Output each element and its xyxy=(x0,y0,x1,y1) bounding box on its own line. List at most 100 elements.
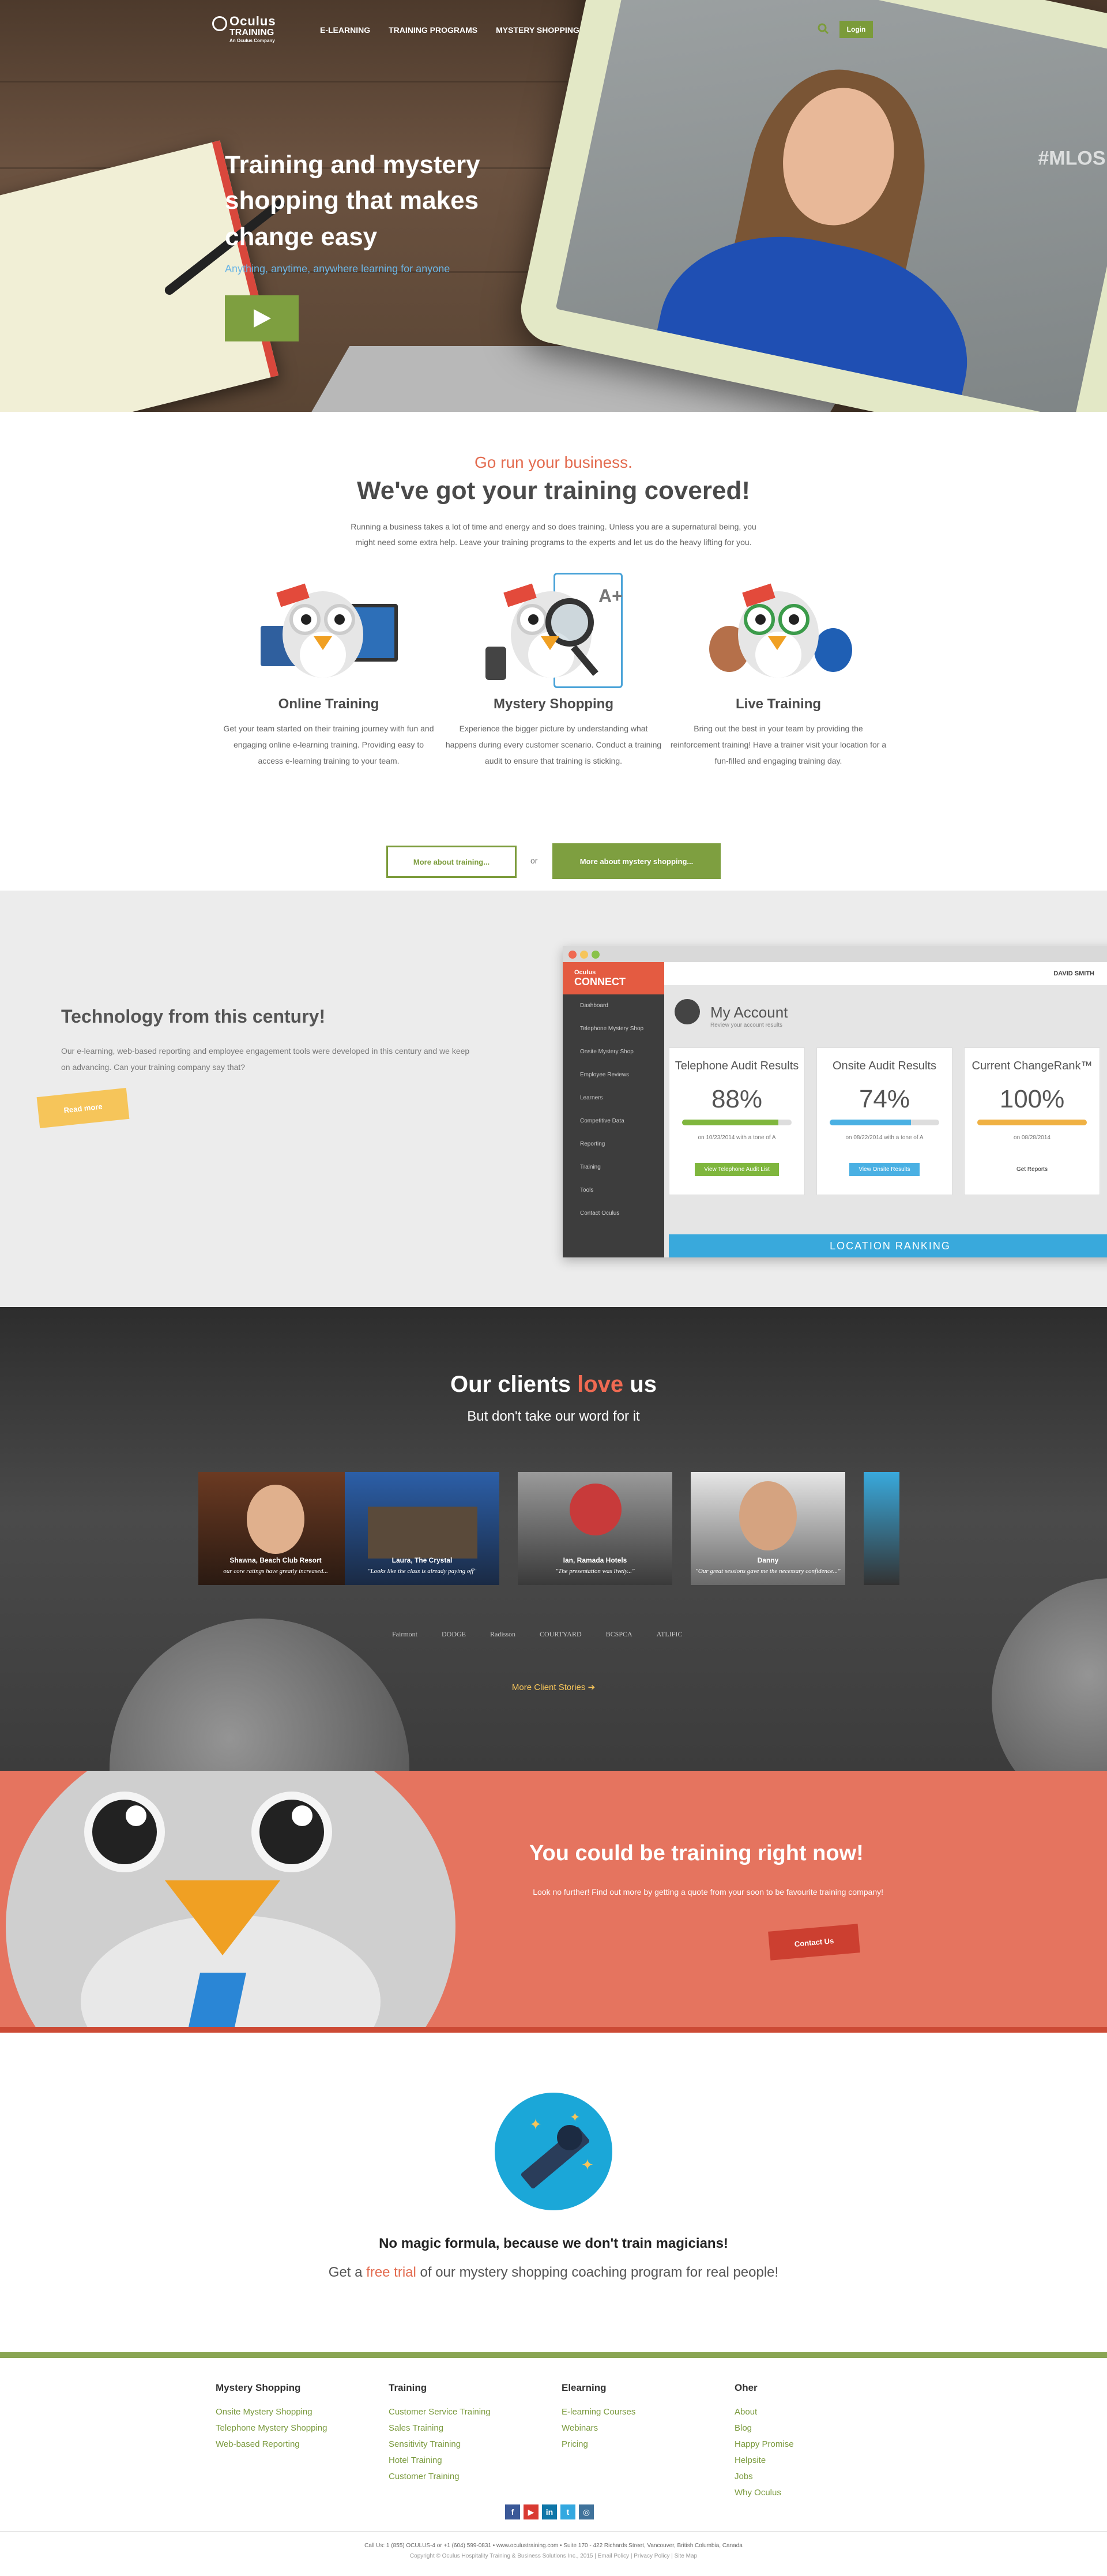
sidebar-item-tools[interactable]: Tools xyxy=(563,1179,664,1202)
card-date: on 08/28/2014 xyxy=(1014,1135,1050,1141)
testimonial-name: Laura, The Crystal xyxy=(391,1556,453,1564)
card-value: 100% xyxy=(999,1085,1065,1113)
testimonial-card[interactable]: Danny "Our great sessions gave me the ne… xyxy=(691,1472,845,1585)
client-photo xyxy=(247,1485,304,1554)
training-intro: Running a business takes a lot of time a… xyxy=(351,522,756,547)
twitter-icon[interactable]: t xyxy=(560,2504,575,2519)
grade-icon: A+ xyxy=(598,585,623,606)
footer-contact: Call Us: 1 (855) OCULUS-4 or +1 (604) 59… xyxy=(364,2543,743,2549)
view-telephone-audit-button[interactable]: View Telephone Audit List xyxy=(695,1163,779,1176)
hero-section: #MLOS Oculus TRAINING An Oculus Company … xyxy=(0,0,1107,412)
footer-link[interactable]: Webinars xyxy=(562,2420,723,2436)
window-titlebar xyxy=(563,946,1107,962)
sidebar-item-training[interactable]: Training xyxy=(563,1156,664,1179)
footer-link[interactable]: Sales Training xyxy=(389,2420,550,2436)
footer-link[interactable]: Telephone Mystery Shopping xyxy=(216,2420,377,2436)
service-title: Online Training xyxy=(278,696,379,712)
sidebar-item-learners[interactable]: Learners xyxy=(563,1087,664,1110)
footer-link[interactable]: Helpsite xyxy=(735,2453,896,2469)
footer-link[interactable]: About xyxy=(735,2404,896,2420)
footer-link[interactable]: Sensitivity Training xyxy=(389,2436,550,2453)
footer-link[interactable]: Happy Promise xyxy=(735,2436,896,2453)
clients-title: Our clients love us xyxy=(450,1372,657,1397)
testimonial-name: Danny xyxy=(757,1556,779,1564)
testimonial-card[interactable]: Shawna, Beach Club Resort our core ratin… xyxy=(198,1472,353,1585)
view-onsite-results-button[interactable]: View Onsite Results xyxy=(849,1163,920,1176)
dashboard-screenshot: Oculus CONNECT Dashboard Telephone Myste… xyxy=(563,946,1107,1257)
footer-link[interactable]: Web-based Reporting xyxy=(216,2436,377,2453)
nav-link-training-programs[interactable]: TRAINING PROGRAMS xyxy=(389,25,477,35)
footer-link[interactable]: Pricing xyxy=(562,2436,723,2453)
hero-subtitle: Anything, anytime, anywhere learning for… xyxy=(225,263,450,275)
footer-link[interactable]: Hotel Training xyxy=(389,2453,550,2469)
training-heading: We've got your training covered! xyxy=(357,476,750,505)
contact-us-button[interactable]: Contact Us xyxy=(768,1924,860,1961)
play-icon xyxy=(254,309,271,328)
sidebar-item-dashboard[interactable]: Dashboard xyxy=(563,994,664,1017)
footer-link[interactable]: Blog xyxy=(735,2420,896,2436)
client-logos: Fairmont DODGE Radisson COURTYARD BCSPCA… xyxy=(392,1630,682,1639)
app-sidebar: Oculus CONNECT Dashboard Telephone Myste… xyxy=(563,962,664,1257)
sidebar-item-contact[interactable]: Contact Oculus xyxy=(563,1202,664,1225)
sidebar-item-onsite[interactable]: Onsite Mystery Shop xyxy=(563,1041,664,1064)
top-nav: Oculus TRAINING An Oculus Company E-LEAR… xyxy=(0,0,1107,58)
login-button[interactable]: Login xyxy=(839,21,873,38)
more-client-stories-link[interactable]: More Client Stories ➔ xyxy=(0,1682,1107,1692)
footer-col-other: Oher About Blog Happy Promise Helpsite J… xyxy=(735,2382,896,2501)
footer-col-training: Training Customer Service Training Sales… xyxy=(389,2382,550,2485)
location-ranking-bar[interactable]: LOCATION RANKING xyxy=(669,1234,1107,1257)
testimonial-card-partial[interactable] xyxy=(864,1472,899,1585)
close-dot xyxy=(568,951,577,959)
footer-link[interactable]: Onsite Mystery Shopping xyxy=(216,2404,377,2420)
sidebar-item-telephone[interactable]: Telephone Mystery Shop xyxy=(563,1017,664,1041)
testimonial-card[interactable]: Laura, The Crystal "Looks like the class… xyxy=(345,1472,499,1585)
footer-link[interactable]: Customer Training xyxy=(389,2469,550,2485)
coin-image xyxy=(110,1619,409,1771)
testimonial-quote: "Looks like the class is already paying … xyxy=(367,1568,477,1575)
footer-link[interactable]: Jobs xyxy=(735,2469,896,2485)
free-trial-link[interactable]: free trial xyxy=(366,2265,416,2280)
testimonial-card[interactable]: Ian, Ramada Hotels "The presentation was… xyxy=(518,1472,672,1585)
youtube-icon[interactable]: ▶ xyxy=(524,2504,539,2519)
footer-col-title: Oher xyxy=(735,2382,758,2393)
owl-eye-right xyxy=(251,1792,332,1872)
account-subtitle: Review your account results xyxy=(710,1022,783,1028)
site-logo[interactable]: Oculus TRAINING An Oculus Company xyxy=(212,14,276,43)
card-date: on 10/23/2014 with a tone of A xyxy=(698,1135,776,1141)
more-training-button[interactable]: More about training... xyxy=(386,846,517,878)
search-icon[interactable] xyxy=(818,23,829,35)
play-video-button[interactable] xyxy=(225,295,299,341)
nav-link-elearning[interactable]: E-LEARNING xyxy=(320,25,370,35)
card-date: on 08/22/2014 with a tone of A xyxy=(845,1135,924,1141)
training-eyebrow: Go run your business. xyxy=(475,453,632,471)
read-more-button[interactable]: Read more xyxy=(36,1087,130,1129)
social-links: f ▶ in t ◎ xyxy=(505,2504,594,2519)
user-name[interactable]: DAVID SMITH xyxy=(1053,970,1094,977)
sidebar-item-reporting[interactable]: Reporting xyxy=(563,1133,664,1156)
owl-eye-left xyxy=(84,1792,165,1872)
cta-section: You could be training right now! Look no… xyxy=(0,1771,1107,2033)
footer-link[interactable]: E-learning Courses xyxy=(562,2404,723,2420)
hero-title: Training and mystery shopping that makes… xyxy=(225,151,480,251)
get-reports-button[interactable]: Get Reports xyxy=(1007,1163,1057,1176)
instagram-icon[interactable]: ◎ xyxy=(579,2504,594,2519)
footer-link[interactable]: Why Oculus xyxy=(735,2485,896,2501)
more-mystery-shopping-button[interactable]: More about mystery shopping... xyxy=(552,843,721,879)
service-description: Bring out the best in your team by provi… xyxy=(670,724,887,765)
magic-wand-icon: ✦ ✦ ✦ xyxy=(495,2093,612,2210)
footer-link[interactable]: Customer Service Training xyxy=(389,2404,550,2420)
facebook-icon[interactable]: f xyxy=(505,2504,520,2519)
sidebar-item-competitive[interactable]: Competitive Data xyxy=(563,1110,664,1133)
footer-copyright: Copyright © Oculus Hospitality Training … xyxy=(409,2553,698,2559)
client-photo xyxy=(739,1481,797,1550)
app-topbar: DAVID SMITH xyxy=(664,962,1107,985)
service-online-training: Online Training Get your team started on… xyxy=(213,568,444,769)
nav-link-mystery-shopping[interactable]: MYSTERY SHOPPING xyxy=(496,25,579,35)
footer-col-elearning: Elearning E-learning Courses Webinars Pr… xyxy=(562,2382,723,2453)
service-description: Experience the bigger picture by underst… xyxy=(445,724,662,765)
linkedin-icon[interactable]: in xyxy=(542,2504,557,2519)
card-title: Telephone Audit Results xyxy=(675,1060,799,1072)
sidebar-item-reviews[interactable]: Employee Reviews xyxy=(563,1064,664,1087)
footer-col-mystery: Mystery Shopping Onsite Mystery Shopping… xyxy=(216,2382,377,2453)
footer-bottom-divider xyxy=(0,2531,1107,2532)
